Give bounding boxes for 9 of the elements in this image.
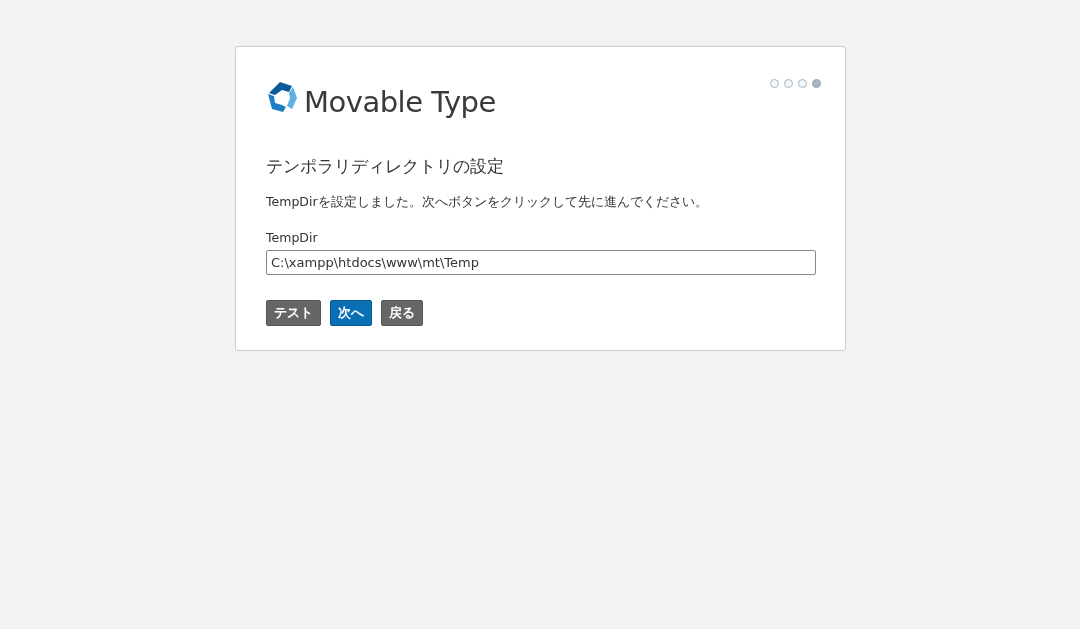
field-label: TempDir: [266, 230, 319, 245]
status-message: TempDirを設定しました。次へボタンをクリックして先に進んでください。: [266, 194, 709, 211]
hexagon-ring-icon: [266, 81, 298, 113]
page-heading: テンポラリディレクトリの設定: [266, 155, 505, 178]
logo-wordmark: Movable Type: [304, 85, 496, 119]
action-button[interactable]: テスト: [266, 300, 321, 326]
tempdir-field[interactable]: C:\xampp\htdocs\www\mt\Temp: [266, 250, 816, 275]
action-button[interactable]: 戻る: [381, 300, 423, 326]
next-button[interactable]: 次へ: [330, 300, 372, 326]
